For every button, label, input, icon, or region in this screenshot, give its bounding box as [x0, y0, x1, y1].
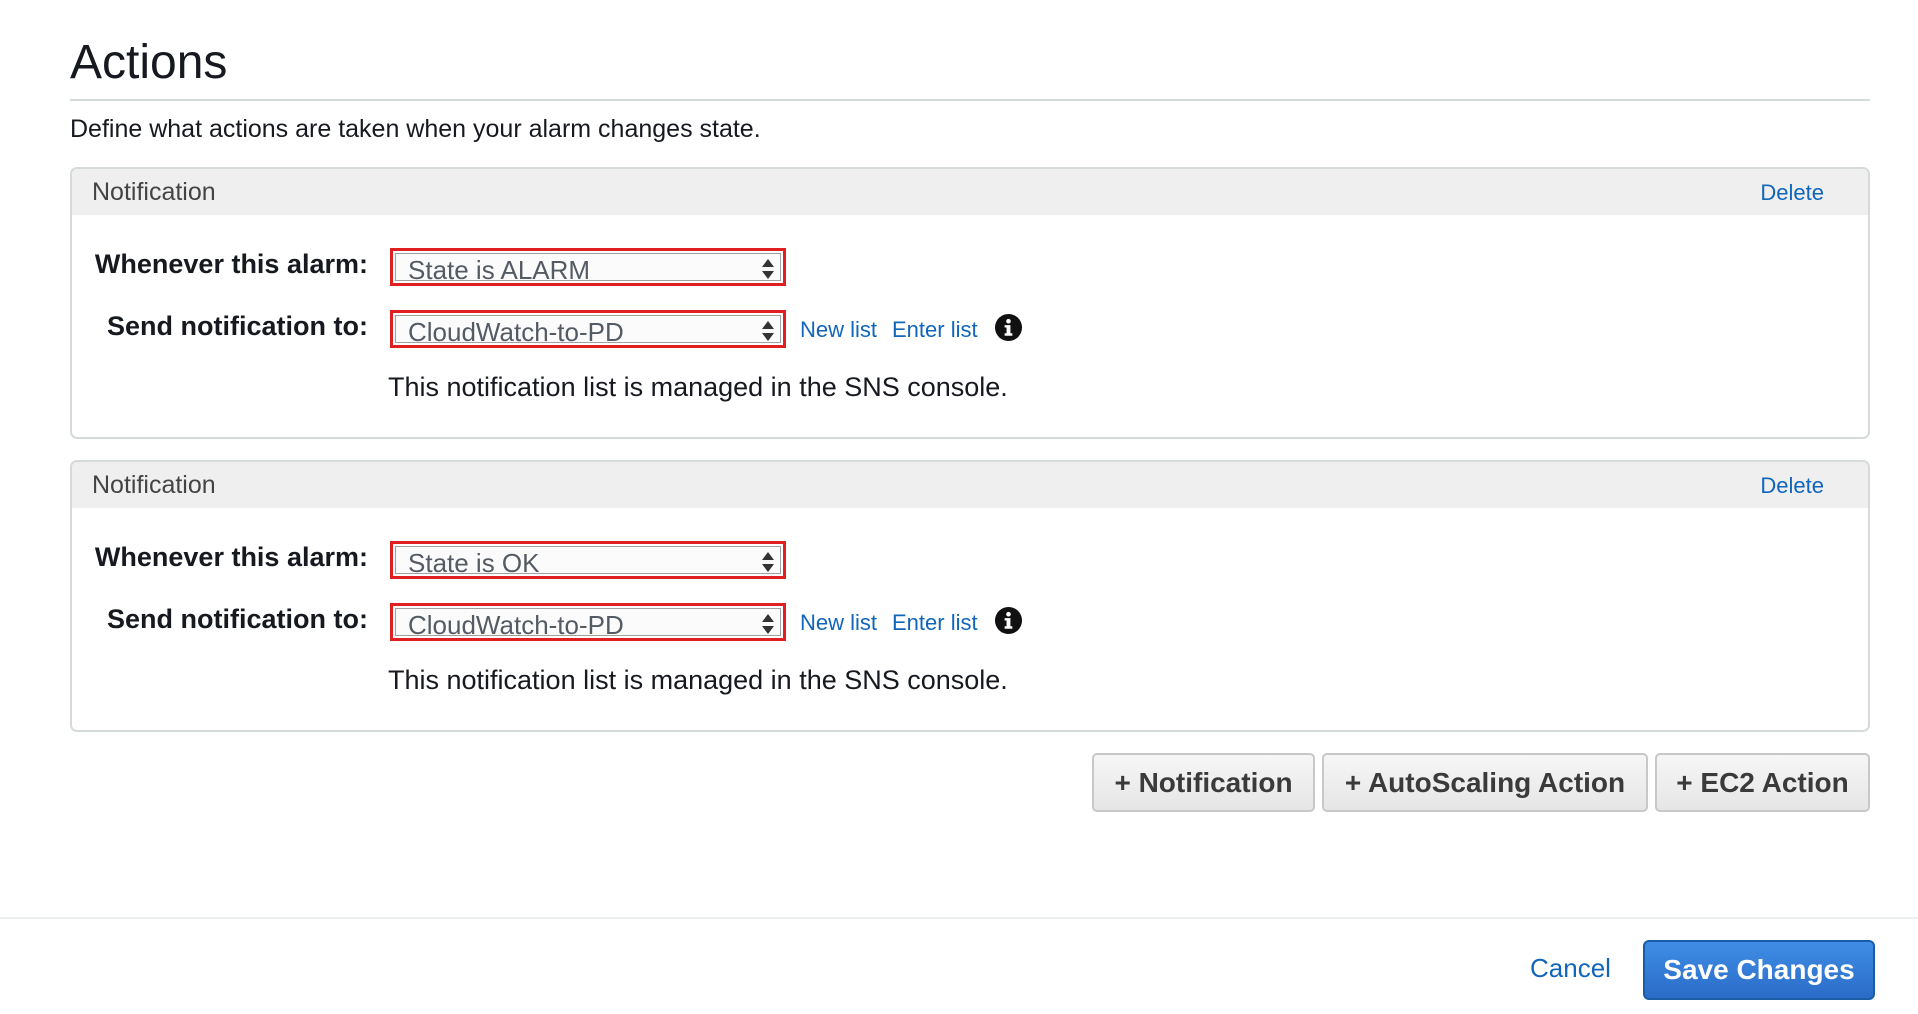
add-notification-button[interactable]: + Notification	[1092, 753, 1315, 812]
delete-notification-link[interactable]: Delete	[1760, 178, 1824, 208]
send-notification-label: Send notification to:	[107, 311, 368, 341]
alarm-state-select[interactable]: State is ALARM	[390, 248, 786, 286]
info-circle-icon[interactable]	[994, 313, 1023, 342]
up-down-arrows-icon	[762, 259, 774, 279]
enter-list-link[interactable]: Enter list	[892, 608, 978, 638]
cancel-button[interactable]: Cancel	[1530, 951, 1611, 985]
save-changes-button[interactable]: Save Changes	[1643, 940, 1875, 1000]
title-divider	[70, 99, 1870, 101]
up-down-arrows-icon	[762, 552, 774, 572]
notification-panel-header: Notification Delete	[72, 169, 1868, 215]
notification-panel-header: Notification Delete	[72, 462, 1868, 508]
alarm-state-value: State is OK	[408, 548, 540, 578]
alarm-state-label: Whenever this alarm:	[94, 249, 368, 279]
notification-panel: Notification Delete Whenever this alarm:…	[70, 460, 1870, 732]
new-list-link[interactable]: New list	[800, 315, 877, 345]
alarm-state-select[interactable]: State is OK	[390, 541, 786, 579]
section-title: Actions	[70, 36, 228, 89]
topic-select[interactable]: CloudWatch-to-PD	[390, 310, 786, 348]
new-list-link[interactable]: New list	[800, 608, 877, 638]
notification-panel: Notification Delete Whenever this alarm:…	[70, 167, 1870, 439]
enter-list-link[interactable]: Enter list	[892, 315, 978, 345]
alarm-state-value: State is ALARM	[408, 255, 591, 285]
add-autoscaling-action-button[interactable]: + AutoScaling Action	[1322, 753, 1648, 812]
actions-page: Actions Define what actions are taken wh…	[0, 0, 1918, 1014]
footer-divider	[0, 917, 1918, 919]
alarm-state-label: Whenever this alarm:	[94, 542, 368, 572]
sns-console-note: This notification list is managed in the…	[388, 372, 1008, 402]
info-circle-icon[interactable]	[994, 606, 1023, 635]
delete-notification-link[interactable]: Delete	[1760, 471, 1824, 501]
sns-console-note: This notification list is managed in the…	[388, 665, 1008, 695]
notification-panel-title: Notification	[92, 178, 216, 206]
add-ec2-action-button[interactable]: + EC2 Action	[1655, 753, 1870, 812]
up-down-arrows-icon	[762, 614, 774, 634]
topic-select[interactable]: CloudWatch-to-PD	[390, 603, 786, 641]
topic-value: CloudWatch-to-PD	[408, 317, 624, 347]
section-description: Define what actions are taken when your …	[70, 115, 761, 143]
notification-panel-title: Notification	[92, 471, 216, 499]
up-down-arrows-icon	[762, 321, 774, 341]
send-notification-label: Send notification to:	[107, 604, 368, 634]
topic-value: CloudWatch-to-PD	[408, 610, 624, 640]
